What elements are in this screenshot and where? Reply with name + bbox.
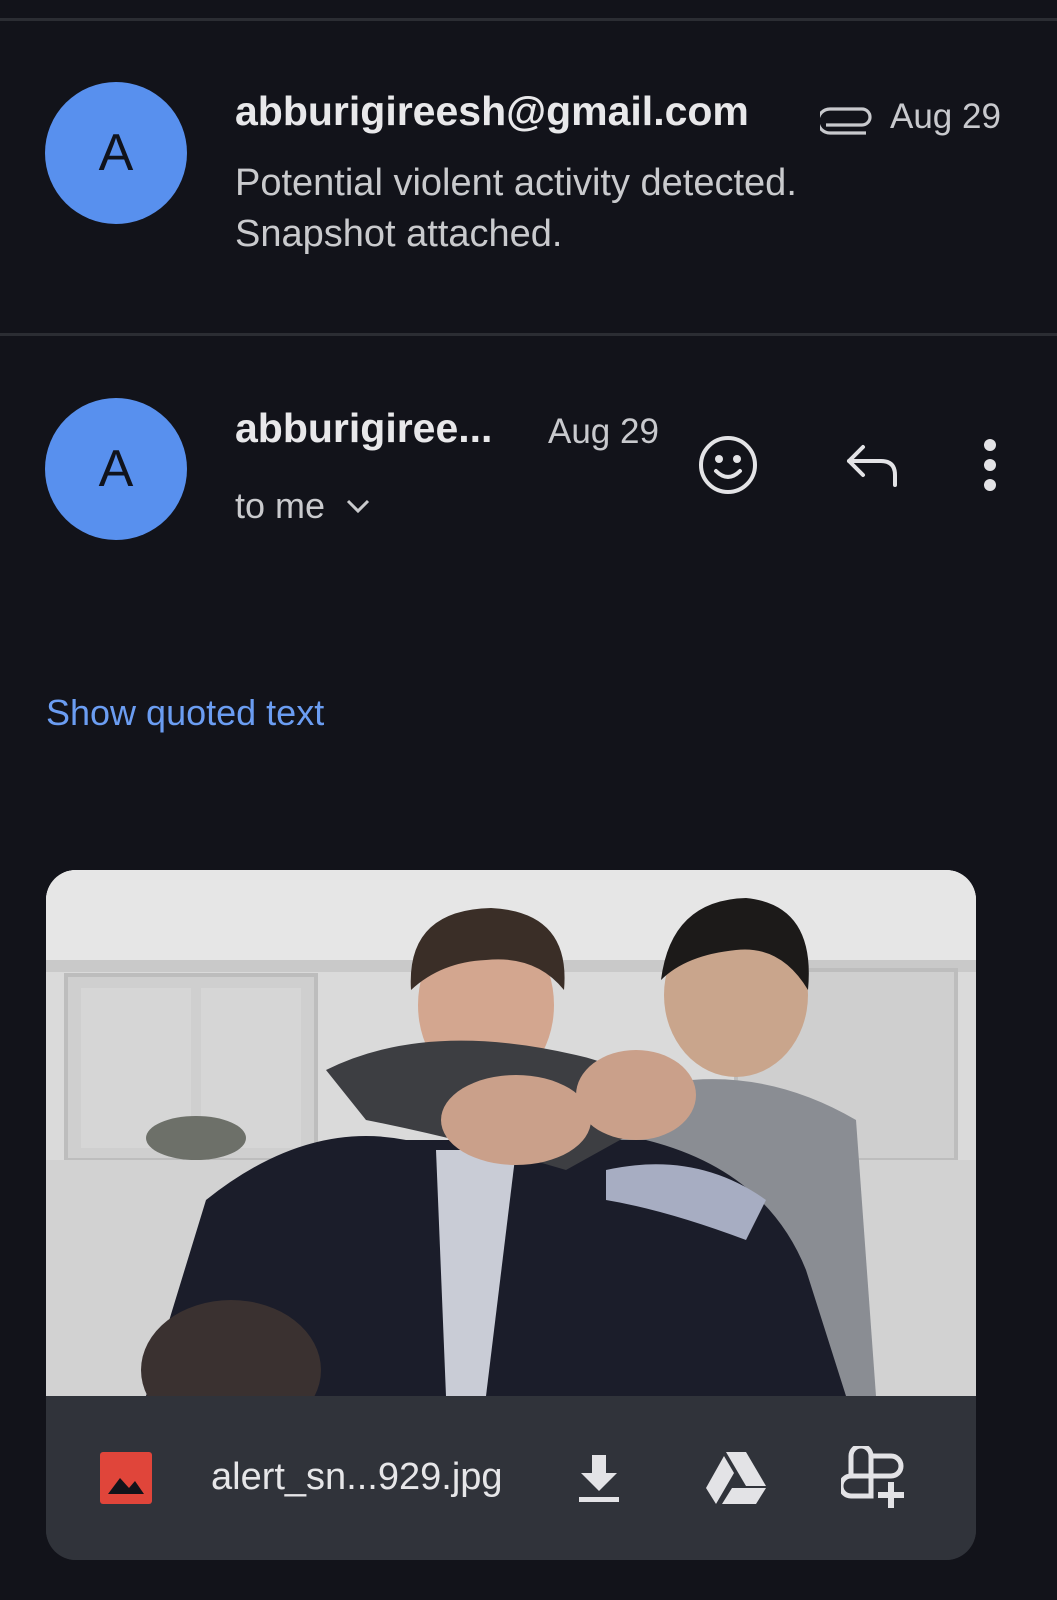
top-divider bbox=[0, 18, 1057, 21]
thread-divider bbox=[0, 333, 1057, 336]
sender-avatar[interactable]: A bbox=[45, 398, 187, 540]
message-date: Aug 29 bbox=[548, 412, 659, 451]
chevron-down-icon bbox=[346, 499, 370, 514]
add-reaction-icon bbox=[699, 436, 757, 494]
recipient-details-toggle[interactable]: to me bbox=[235, 485, 371, 527]
save-to-drive-button[interactable] bbox=[696, 1438, 776, 1518]
message-date: Aug 29 bbox=[890, 97, 1001, 136]
add-to-photos-icon bbox=[841, 1446, 904, 1508]
attachment-bar: alert_sn...929.jpg bbox=[46, 1396, 976, 1560]
more-vert-icon bbox=[984, 439, 996, 491]
message-snippet: Potential violent activity detected. Sna… bbox=[235, 162, 797, 255]
snapshot-illustration bbox=[46, 870, 976, 1396]
google-drive-icon bbox=[706, 1452, 766, 1504]
image-file-icon bbox=[100, 1452, 152, 1504]
more-options-button[interactable] bbox=[960, 420, 1020, 510]
recipient-label: to me bbox=[235, 485, 326, 526]
paperclip-icon bbox=[820, 107, 872, 135]
sender-email: abburigireesh@gmail.com bbox=[235, 88, 749, 134]
download-button[interactable] bbox=[568, 1438, 630, 1518]
show-quoted-text-link[interactable]: Show quoted text bbox=[46, 692, 324, 734]
add-reaction-button[interactable] bbox=[688, 425, 768, 505]
sender-name: abburigiree... bbox=[235, 405, 493, 451]
attachment-card[interactable]: alert_sn...929.jpg bbox=[46, 870, 976, 1560]
add-to-photos-button[interactable] bbox=[834, 1438, 914, 1518]
reply-button[interactable] bbox=[832, 425, 912, 505]
download-icon bbox=[579, 1455, 619, 1502]
attachment-file-name: alert_sn...929.jpg bbox=[211, 1456, 503, 1498]
reply-icon bbox=[847, 445, 897, 487]
attachment-preview-image[interactable] bbox=[46, 870, 976, 1396]
sender-avatar: A bbox=[45, 82, 187, 224]
